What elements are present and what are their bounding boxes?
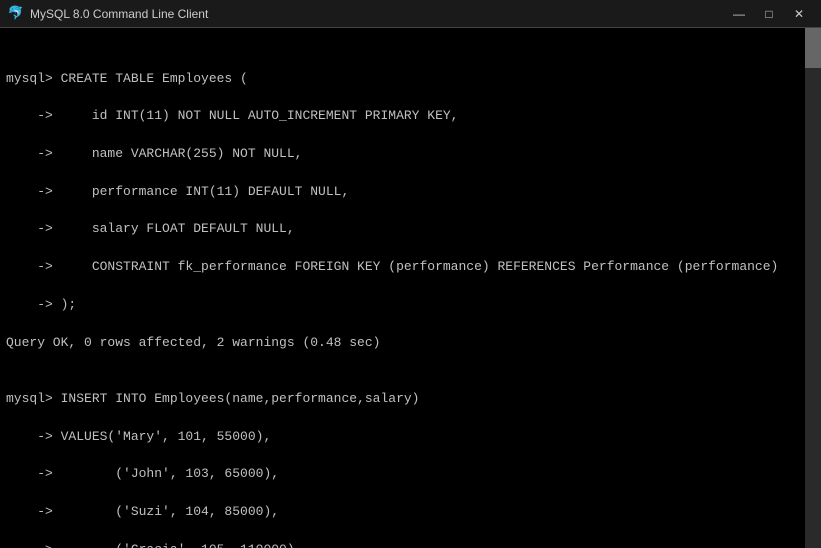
terminal-output[interactable]: mysql> CREATE TABLE Employees ( -> id IN… (0, 28, 821, 548)
terminal-line: -> ('Suzi', 104, 85000), (6, 503, 799, 522)
terminal-line: mysql> CREATE TABLE Employees ( (6, 70, 799, 89)
title-bar-text: MySQL 8.0 Command Line Client (30, 7, 725, 21)
title-bar: 🐬 MySQL 8.0 Command Line Client — □ ✕ (0, 0, 821, 28)
terminal-line: -> salary FLOAT DEFAULT NULL, (6, 220, 799, 239)
terminal-line: -> ('John', 103, 65000), (6, 465, 799, 484)
minimize-button[interactable]: — (725, 3, 753, 25)
window-controls: — □ ✕ (725, 3, 813, 25)
maximize-button[interactable]: □ (755, 3, 783, 25)
terminal-line: -> name VARCHAR(255) NOT NULL, (6, 145, 799, 164)
close-button[interactable]: ✕ (785, 3, 813, 25)
terminal-line: -> performance INT(11) DEFAULT NULL, (6, 183, 799, 202)
terminal-line: -> ('Gracia', 105, 110000), (6, 541, 799, 548)
terminal-line: -> CONSTRAINT fk_performance FOREIGN KEY… (6, 258, 799, 277)
terminal-line: mysql> INSERT INTO Employees(name,perfor… (6, 390, 799, 409)
scrollbar-thumb[interactable] (805, 28, 821, 68)
app-icon: 🐬 (8, 6, 24, 22)
terminal-line: -> id INT(11) NOT NULL AUTO_INCREMENT PR… (6, 107, 799, 126)
scrollbar[interactable] (805, 28, 821, 548)
terminal-line: Query OK, 0 rows affected, 2 warnings (0… (6, 334, 799, 353)
terminal-content: mysql> CREATE TABLE Employees ( -> id IN… (6, 70, 815, 548)
terminal-line: -> ); (6, 296, 799, 315)
terminal-line: -> VALUES('Mary', 101, 55000), (6, 428, 799, 447)
